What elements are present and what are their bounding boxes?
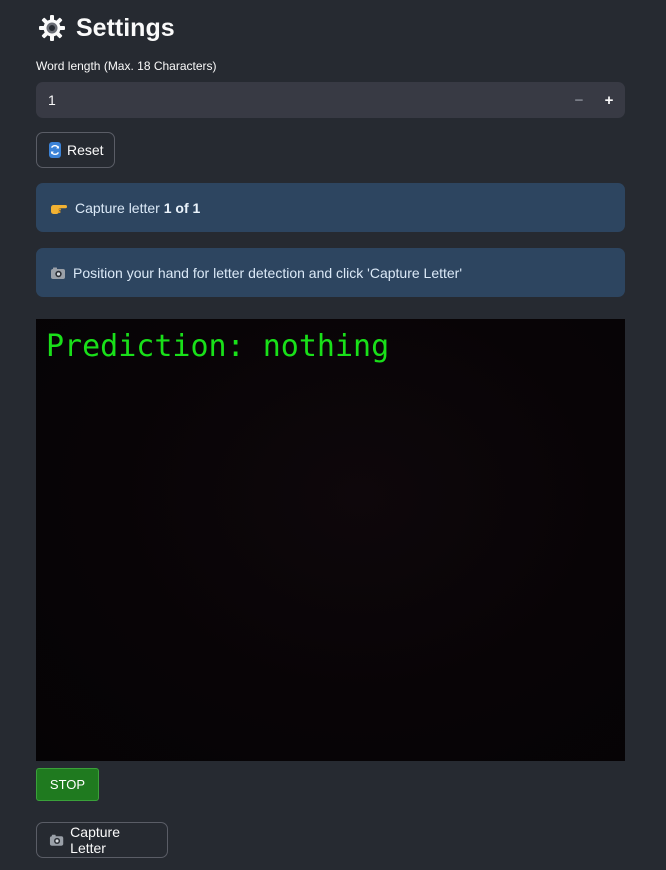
pointing-hand-icon <box>51 204 67 214</box>
capture-letter-button[interactable]: Capture Letter <box>36 822 168 858</box>
page-title: Settings <box>38 10 175 46</box>
reset-button-label: Reset <box>67 142 104 158</box>
reset-button[interactable]: Reset <box>36 132 115 168</box>
instruction-alert: Position your hand for letter detection … <box>36 248 625 297</box>
settings-page: Settings Word length (Max. 18 Characters… <box>0 0 666 870</box>
page-title-text: Settings <box>76 13 175 42</box>
webcam-feed: Prediction: nothing <box>36 319 625 761</box>
word-length-value[interactable]: 1 <box>36 92 564 108</box>
word-length-label: Word length (Max. 18 Characters) <box>36 59 217 73</box>
sync-icon <box>49 142 61 158</box>
stop-button[interactable]: STOP <box>36 768 99 801</box>
capture-letter-label: Capture Letter <box>70 824 120 856</box>
camera-icon <box>51 267 65 279</box>
camera-icon <box>49 834 64 846</box>
capture-progress-text: Capture letter 1 of 1 <box>75 200 200 216</box>
capture-progress-prefix: Capture letter <box>75 199 164 216</box>
gear-icon <box>39 15 65 41</box>
word-length-input[interactable]: 1 − + <box>36 82 625 118</box>
prediction-overlay: Prediction: nothing <box>46 329 390 364</box>
capture-progress-count: 1 of 1 <box>163 199 201 216</box>
decrement-button[interactable]: − <box>564 82 594 118</box>
instruction-text: Position your hand for letter detection … <box>73 264 463 281</box>
capture-progress-alert: Capture letter 1 of 1 <box>36 183 625 232</box>
increment-button[interactable]: + <box>594 82 624 118</box>
